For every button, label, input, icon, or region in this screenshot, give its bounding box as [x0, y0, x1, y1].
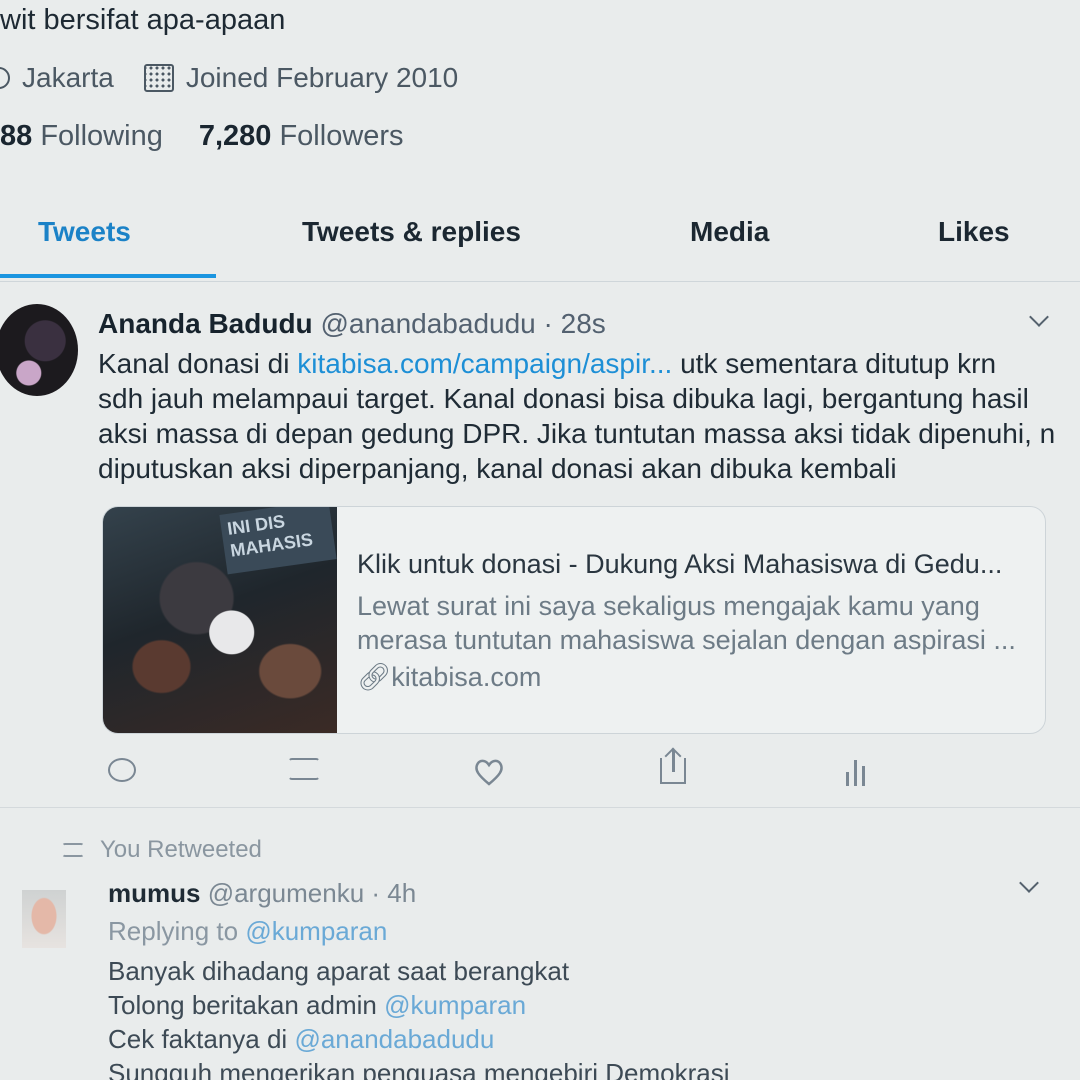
- tweet[interactable]: Ananda Badudu @anandabadudu · 28s Kanal …: [0, 282, 1080, 808]
- mention-link[interactable]: @kumparan: [384, 990, 526, 1020]
- link-preview-card[interactable]: INI DIS MAHASIS Klik untuk donasi - Duku…: [102, 506, 1046, 734]
- card-title: Klik untuk donasi - Dukung Aksi Mahasisw…: [357, 549, 1003, 579]
- mention-link[interactable]: @kumparan: [245, 916, 387, 946]
- profile-joined: Joined February 2010: [185, 62, 459, 93]
- card-url: 🔗︎kitabisa.com: [357, 661, 541, 693]
- tweet-author-name[interactable]: Ananda Badudu: [98, 308, 313, 339]
- card-description-line: merasa tuntutan mahasiswa sejalan dengan…: [357, 625, 1016, 655]
- tab-media[interactable]: Media: [690, 216, 769, 248]
- tweet-author-handle[interactable]: @anandabadudu: [320, 308, 535, 339]
- avatar[interactable]: [22, 890, 66, 948]
- location-pin-icon: [0, 67, 10, 89]
- profile-tabs: Tweets Tweets & replies Media Likes: [0, 200, 1080, 282]
- active-tab-indicator: [0, 274, 216, 278]
- chevron-down-icon[interactable]: [1019, 873, 1039, 893]
- tweet-author-handle[interactable]: @argumenku: [208, 878, 364, 908]
- followers-label: Followers: [279, 120, 404, 152]
- following-link[interactable]: 88 Following: [0, 120, 163, 152]
- tweet-text-line: aksi massa di depan gedung DPR. Jika tun…: [98, 418, 1056, 449]
- protest-sign-text: INI DIS MAHASIS: [219, 507, 337, 575]
- tweet-header: mumus @argumenku · 4h: [108, 878, 416, 909]
- retweet-context: You Retweeted: [62, 836, 262, 864]
- tweet-timestamp[interactable]: · 4h: [371, 878, 416, 908]
- following-label: Following: [40, 120, 163, 152]
- tweet-text: Banyak dihadang aparat saat berangkat To…: [108, 954, 730, 1080]
- tweet-text-segment: Cek faktanya di: [108, 1024, 295, 1054]
- profile-meta: Jakarta Joined February 2010: [0, 62, 458, 94]
- card-url-text: kitabisa.com: [391, 662, 542, 692]
- tweet-text-segment: utk sementara ditutup krn: [672, 348, 997, 379]
- chevron-down-icon[interactable]: [1029, 307, 1049, 327]
- followers-link[interactable]: 7,280 Followers: [199, 120, 404, 152]
- replying-to: Replying to @kumparan: [108, 916, 387, 947]
- tweet-text-segment: Tolong beritakan admin: [108, 990, 385, 1020]
- card-description-line: Lewat surat ini saya sekaligus mengajak …: [357, 591, 980, 621]
- tab-tweets-replies[interactable]: Tweets & replies: [302, 216, 521, 248]
- like-icon[interactable]: [474, 758, 504, 786]
- tweet-text-line: Sungguh mengerikan penguasa mengebiri De…: [108, 1058, 730, 1080]
- profile-bio: wit bersifat apa-apaan: [0, 4, 286, 36]
- link-icon: 🔗︎: [357, 662, 392, 692]
- retweet-icon: [62, 843, 84, 857]
- avatar[interactable]: [0, 304, 78, 396]
- tweet-text-line: diputuskan aksi diperpanjang, kanal dona…: [98, 453, 897, 484]
- followers-count: 7,280: [198, 120, 272, 152]
- replying-to-prefix: Replying to: [108, 916, 246, 946]
- profile-location: Jakarta: [22, 62, 114, 93]
- mention-link[interactable]: @anandabadudu: [294, 1024, 494, 1054]
- following-count: 88: [0, 120, 33, 152]
- card-image: INI DIS MAHASIS: [103, 507, 337, 733]
- tweet-header: Ananda Badudu @anandabadudu · 28s: [98, 308, 606, 340]
- tweet-text-line: sdh jauh melampaui target. Kanal donasi …: [98, 383, 1029, 414]
- tab-tweets[interactable]: Tweets: [38, 216, 131, 248]
- campaign-link[interactable]: kitabisa.com/campaign/aspir...: [297, 348, 672, 379]
- tweet-text: Kanal donasi di kitabisa.com/campaign/as…: [98, 346, 1058, 486]
- card-description: Lewat surat ini saya sekaligus mengajak …: [357, 589, 1016, 657]
- tweet-actions: [104, 750, 884, 792]
- tweet-timestamp[interactable]: · 28s: [544, 308, 606, 339]
- calendar-icon: [143, 64, 174, 92]
- retweet-context-label: You Retweeted: [100, 836, 262, 863]
- tab-likes[interactable]: Likes: [938, 216, 1010, 248]
- analytics-icon[interactable]: [844, 758, 868, 786]
- tweet-text-line: Banyak dihadang aparat saat berangkat: [108, 956, 570, 986]
- profile-counts: 88 Following 7,280 Followers: [0, 120, 404, 153]
- reply-icon[interactable]: [108, 758, 136, 782]
- retweet-icon[interactable]: [288, 758, 320, 780]
- tweet-text-segment: Kanal donasi di: [98, 348, 298, 379]
- share-icon[interactable]: [660, 750, 686, 784]
- tweet-author-name[interactable]: mumus: [108, 878, 200, 908]
